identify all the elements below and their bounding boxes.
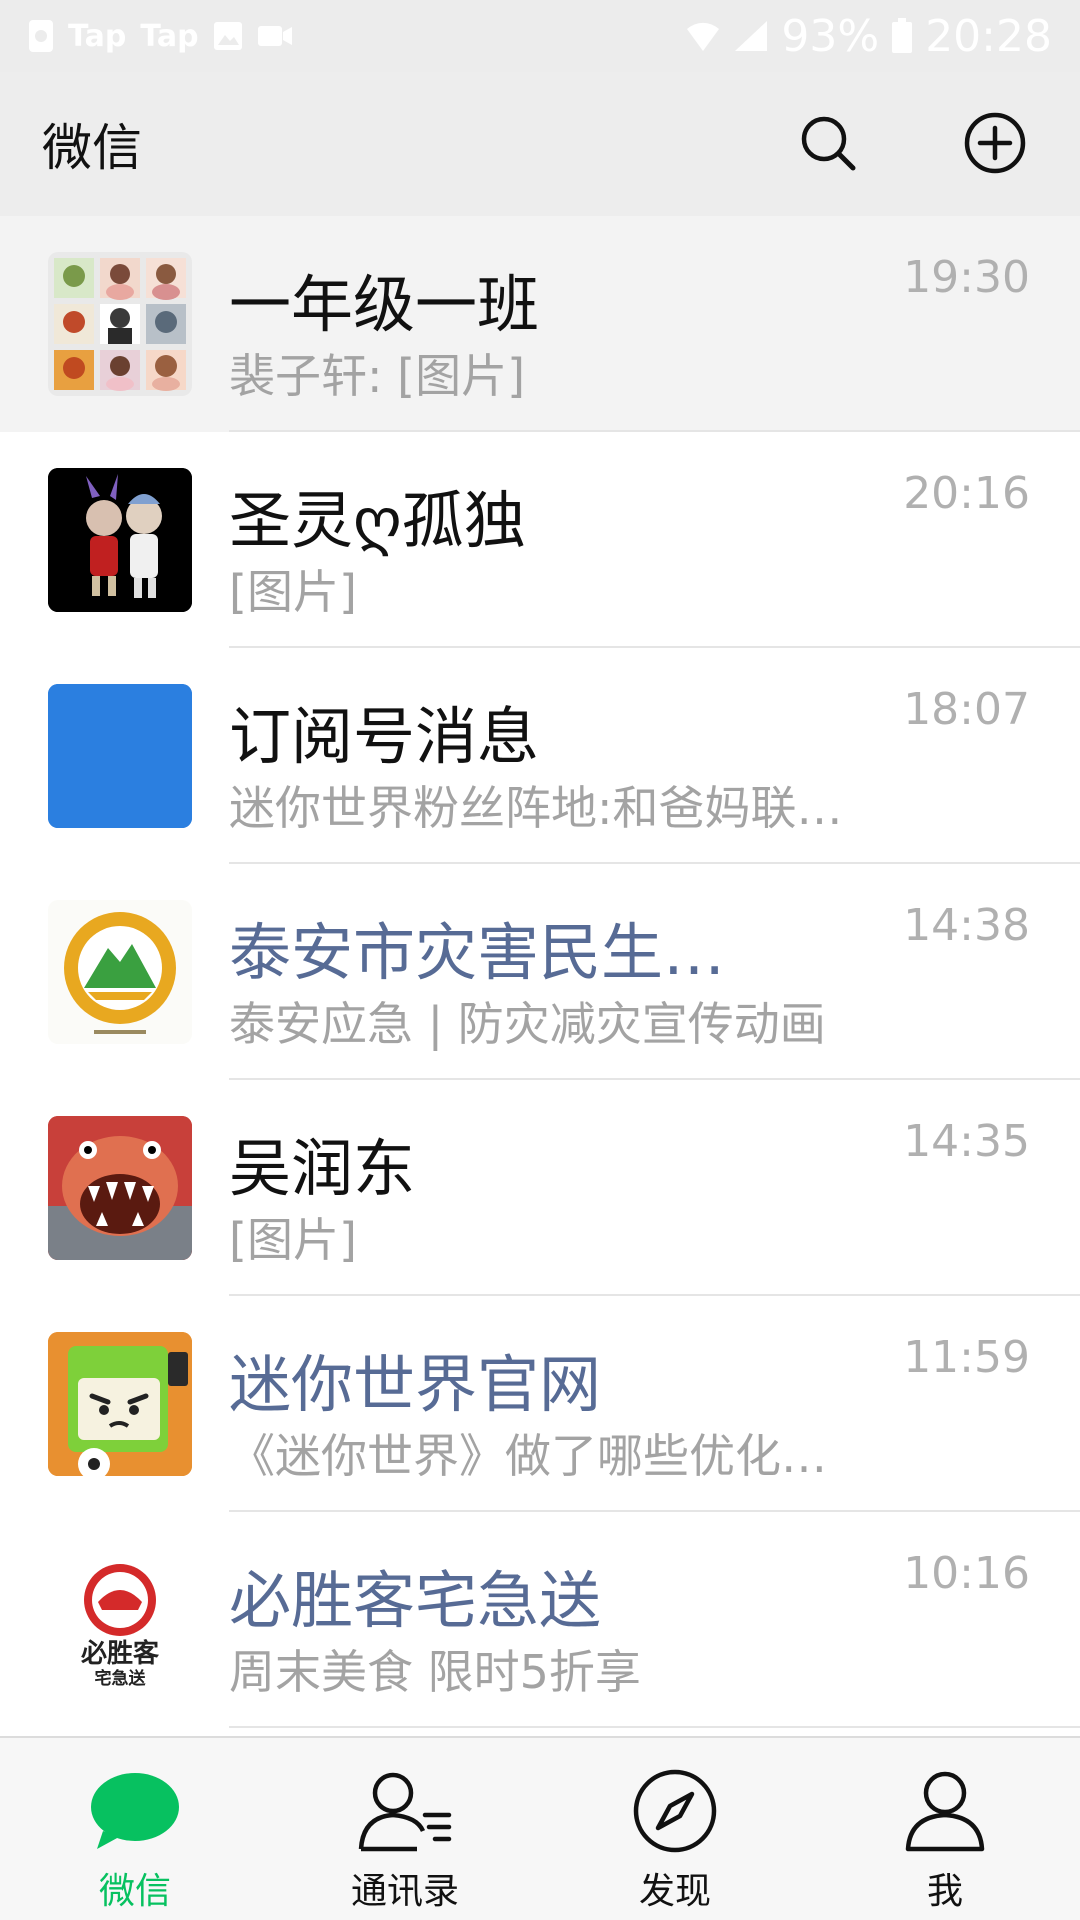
signal-icon: [733, 19, 769, 53]
search-icon: [798, 113, 858, 177]
chat-name: 吴润东: [229, 1132, 416, 1205]
chat-preview: 《迷你世界》做了哪些优化…: [229, 1429, 827, 1483]
status-notifications: Tap Tap: [28, 19, 293, 54]
subscription-avatar: [48, 684, 192, 828]
status-indicators: 93% 20:28: [685, 11, 1052, 62]
chat-row[interactable]: 圣灵ღ孤独 [图片] 20:16: [0, 432, 1080, 648]
page-title: 微信: [42, 119, 142, 177]
chat-time: 20:16: [903, 468, 1030, 519]
chat-name: 必胜客宅急送: [229, 1564, 602, 1637]
chat-preview: 泰安应急 | 防灾减灾宣传动画: [229, 997, 826, 1051]
contact-avatar: [48, 1116, 192, 1260]
tab-label: 微信: [98, 1871, 171, 1912]
pizza-logo-line2: 宅急送: [95, 1668, 147, 1689]
tab-contacts[interactable]: 通讯录: [270, 1738, 540, 1920]
chat-bubble-icon: [85, 1766, 185, 1856]
chat-time: 14:38: [903, 900, 1030, 951]
video-notification-icon: [257, 24, 293, 48]
tab-label: 发现: [638, 1871, 711, 1912]
chat-name: 订阅号消息: [229, 700, 540, 773]
official-account-avatar: [48, 900, 192, 1044]
group-avatar: [48, 252, 192, 396]
notification-app-icon: [28, 19, 54, 53]
tab-label: 通讯录: [350, 1871, 459, 1912]
chat-row[interactable]: 订阅号消息 迷你世界粉丝阵地:和爸妈联… 18:07: [0, 648, 1080, 864]
status-time: 20:28: [925, 10, 1052, 62]
chat-list: 一年级一班 裴子轩: [图片] 19:30 圣灵ღ孤独 [图片] 20:16 订…: [0, 216, 1080, 1736]
chat-time: 10:16: [903, 1548, 1030, 1599]
official-account-avatar: 必胜客 宅急送: [48, 1548, 192, 1692]
contact-avatar: [48, 468, 192, 612]
wifi-icon: [685, 19, 721, 53]
chat-row[interactable]: 吴润东 [图片] 14:35: [0, 1080, 1080, 1296]
bottom-tab-bar: 微信 通讯录 发现 我: [0, 1736, 1080, 1920]
tab-chats[interactable]: 微信: [0, 1738, 270, 1920]
chat-name: 一年级一班: [229, 268, 540, 341]
battery-icon: [891, 18, 913, 54]
search-button[interactable]: [793, 110, 863, 180]
notification-text-1: Tap: [68, 18, 127, 54]
chat-time: 19:30: [903, 252, 1030, 303]
chat-preview: 周末美食 限时5折享: [229, 1645, 641, 1699]
chat-row[interactable]: 必胜客 宅急送 必胜客宅急送 周末美食 限时5折享 10:16: [0, 1512, 1080, 1728]
tab-label: 我: [926, 1871, 963, 1912]
contacts-icon: [355, 1766, 455, 1856]
top-bar: 微信: [0, 72, 1080, 216]
chat-name: 迷你世界官网: [229, 1348, 602, 1421]
chat-row[interactable]: 迷你世界官网 《迷你世界》做了哪些优化… 11:59: [0, 1296, 1080, 1512]
battery-percent: 93%: [781, 10, 880, 62]
gallery-notification-icon: [213, 21, 243, 51]
chat-row[interactable]: 一年级一班 裴子轩: [图片] 19:30: [0, 216, 1080, 432]
plus-circle-icon: [963, 111, 1027, 179]
row-divider: [229, 1726, 1080, 1728]
status-bar: Tap Tap 93% 20:28: [0, 0, 1080, 72]
chat-row[interactable]: 泰安市灾害民生… 泰安应急 | 防灾减灾宣传动画 14:38: [0, 864, 1080, 1080]
chat-preview: [图片]: [229, 1213, 357, 1267]
tab-me[interactable]: 我: [810, 1738, 1080, 1920]
compass-icon: [625, 1766, 725, 1856]
chat-name: 圣灵ღ孤独: [229, 484, 526, 557]
tab-discover[interactable]: 发现: [540, 1738, 810, 1920]
chat-time: 11:59: [903, 1332, 1030, 1383]
chat-name: 泰安市灾害民生…: [229, 916, 726, 989]
add-button[interactable]: [960, 110, 1030, 180]
person-icon: [895, 1766, 995, 1856]
chat-preview: [图片]: [229, 565, 357, 619]
pizza-logo-line1: 必胜客: [81, 1638, 160, 1669]
official-account-avatar: [48, 1332, 192, 1476]
chat-preview: 迷你世界粉丝阵地:和爸妈联…: [229, 781, 843, 835]
chat-time: 18:07: [903, 684, 1030, 735]
chat-time: 14:35: [903, 1116, 1030, 1167]
notification-text-2: Tap: [140, 18, 199, 54]
chat-preview: 裴子轩: [图片]: [229, 349, 526, 403]
